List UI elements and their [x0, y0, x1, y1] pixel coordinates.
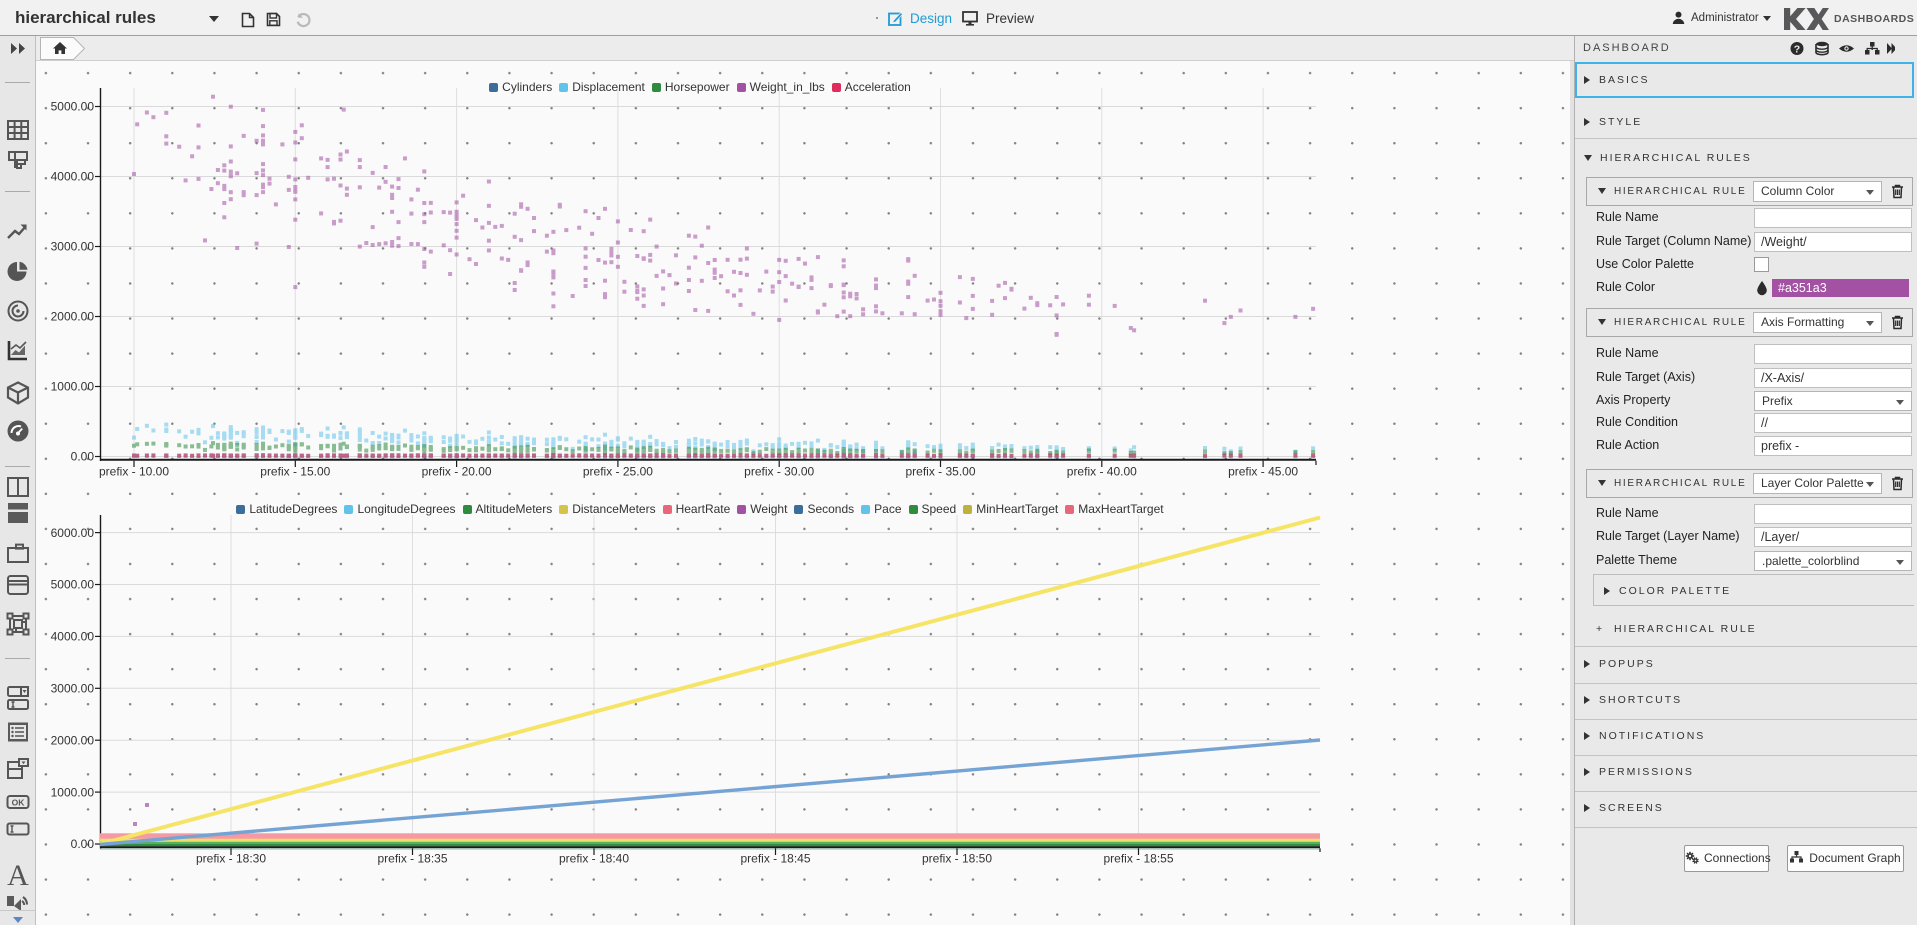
svg-text:prefix - 18:55: prefix - 18:55 — [1103, 852, 1173, 866]
svg-text:prefix - 25.00: prefix - 25.00 — [583, 465, 653, 479]
svg-text:2000.00: 2000.00 — [51, 310, 95, 324]
svg-text:6000.00: 6000.00 — [51, 526, 95, 540]
svg-text:OK: OK — [12, 798, 26, 808]
svg-text:5000.00: 5000.00 — [51, 578, 95, 592]
svg-text:prefix - 10.00: prefix - 10.00 — [99, 465, 169, 479]
svg-text:prefix - 40.00: prefix - 40.00 — [1067, 465, 1137, 479]
svg-text:0.00: 0.00 — [71, 450, 95, 464]
svg-text:1000.00: 1000.00 — [51, 785, 95, 799]
svg-text:prefix - 30.00: prefix - 30.00 — [744, 465, 814, 479]
svg-text:4000.00: 4000.00 — [51, 630, 95, 644]
svg-text:prefix - 35.00: prefix - 35.00 — [905, 465, 975, 479]
svg-text:1000.00: 1000.00 — [51, 380, 95, 394]
svg-text:5000.00: 5000.00 — [51, 100, 95, 114]
svg-text:prefix - 18:40: prefix - 18:40 — [559, 852, 629, 866]
svg-text:prefix - 18:35: prefix - 18:35 — [377, 852, 447, 866]
svg-text:prefix - 18:45: prefix - 18:45 — [740, 852, 810, 866]
svg-text:3000.00: 3000.00 — [51, 240, 95, 254]
svg-text:prefix - 45.00: prefix - 45.00 — [1228, 465, 1298, 479]
svg-text:0.00: 0.00 — [71, 837, 95, 851]
svg-text:4000.00: 4000.00 — [51, 170, 95, 184]
svg-text:?: ? — [1794, 44, 1800, 56]
svg-text:prefix - 15.00: prefix - 15.00 — [260, 465, 330, 479]
svg-text:3000.00: 3000.00 — [51, 682, 95, 696]
svg-text:2000.00: 2000.00 — [51, 733, 95, 747]
svg-text:prefix - 18:50: prefix - 18:50 — [922, 852, 992, 866]
svg-text:prefix - 20.00: prefix - 20.00 — [422, 465, 492, 479]
svg-text:prefix - 18:30: prefix - 18:30 — [196, 852, 266, 866]
